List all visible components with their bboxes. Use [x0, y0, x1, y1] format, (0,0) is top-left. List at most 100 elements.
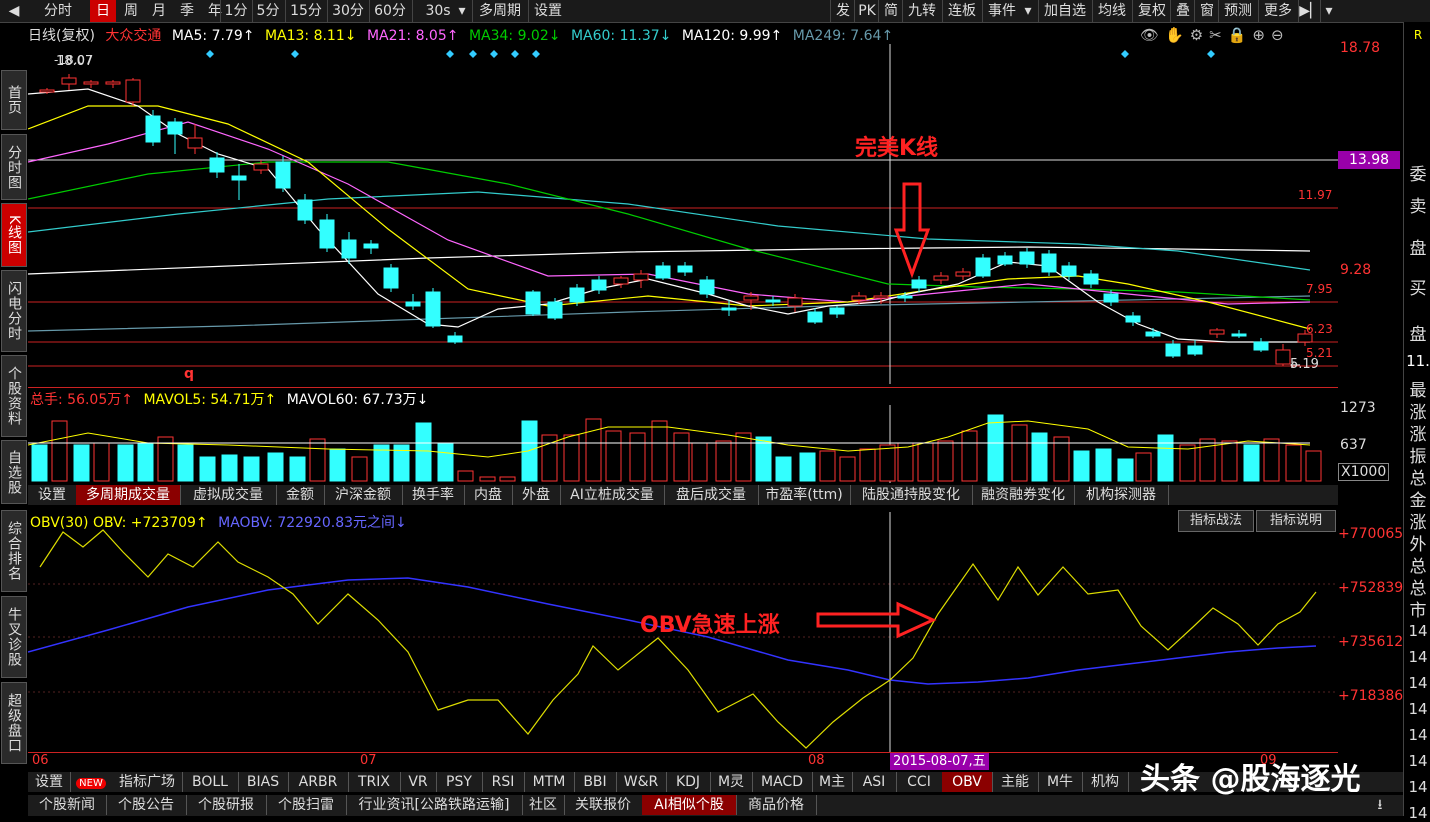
chevron-down-icon[interactable]: ▾	[1020, 0, 1036, 22]
toolbar-right-0[interactable]: 发	[830, 0, 855, 22]
kline-chart[interactable]: -18.07 ←	[28, 44, 1338, 384]
toolbar-right-12[interactable]: 更多	[1258, 0, 1297, 22]
play-icon[interactable]: ◀	[2, 0, 26, 22]
ind-tab-jigou[interactable]: 机构	[1082, 772, 1129, 792]
vol-tab-virtual[interactable]: 虚拟成交量	[180, 485, 277, 505]
toolbar-tab-13[interactable]: 设置	[528, 0, 567, 22]
ind-tab-settings[interactable]: 设置	[28, 772, 71, 792]
toolbar-tab-6[interactable]: 1分	[220, 0, 251, 22]
sidebar-item-diagnosis[interactable]: 牛叉诊股	[1, 596, 27, 678]
vol-tab-hs-amount[interactable]: 沪深金额	[324, 485, 403, 505]
vol-tab-institution[interactable]: 机构探测器	[1074, 485, 1169, 505]
toolbar-tab-3[interactable]: 月	[146, 0, 172, 22]
volume-bar	[499, 476, 516, 482]
volume-bar	[137, 442, 154, 482]
ind-tab-zhuneng[interactable]: 主能	[992, 772, 1039, 792]
download-icon[interactable]: ⭳	[1368, 795, 1392, 815]
ind-tab-plaza[interactable]: 指标广场	[112, 772, 183, 792]
collapse-icon[interactable]: ▶▏	[1298, 0, 1321, 22]
vol-tab-amount[interactable]: 金额	[276, 485, 325, 505]
chevron-down-icon[interactable]: ▾	[1320, 0, 1337, 22]
sidebar-item-kline[interactable]: K线图	[1, 203, 27, 267]
ind-tab-mtm[interactable]: MTM	[524, 772, 575, 792]
ind-tab-trix[interactable]: TRIX	[348, 772, 401, 792]
ind-tab-bias[interactable]: BIAS	[238, 772, 289, 792]
ind-tab-kdj[interactable]: KDJ	[666, 772, 711, 792]
sidebar-item-flash[interactable]: 闪电分时	[1, 270, 27, 352]
ind-tab-arbr[interactable]: ARBR	[288, 772, 349, 792]
ind-tab-asi[interactable]: ASI	[852, 772, 897, 792]
bottom-tab-community[interactable]: 社区	[522, 795, 565, 815]
candle-body	[873, 295, 889, 299]
vol-tab-ai[interactable]: AI立桩成交量	[560, 485, 665, 505]
bottom-tab-industry[interactable]: 行业资讯[公路铁路运输]	[346, 795, 523, 815]
ind-tab-obv[interactable]: OBV	[942, 772, 993, 792]
ind-tab-cci[interactable]: CCI	[896, 772, 943, 792]
ind-tab-mzhu[interactable]: M主	[812, 772, 853, 792]
toolbar-right-9[interactable]: 叠	[1170, 0, 1195, 22]
vol-tab-hk-connect[interactable]: 陆股通持股变化	[850, 485, 973, 505]
sidebar-item-watchlist[interactable]: 自选股	[1, 440, 27, 504]
vol-tab-margin[interactable]: 融资融券变化	[972, 485, 1075, 505]
toolbar-tab-12[interactable]: 多周期	[472, 0, 527, 22]
candle-body	[933, 275, 949, 281]
toolbar-right-3[interactable]: 九转	[902, 0, 941, 22]
price-11.97: 11.97	[1298, 188, 1333, 202]
sidebar-item-ranking[interactable]: 综合排名	[1, 510, 27, 592]
toolbar-right-4[interactable]: 连板	[942, 0, 981, 22]
vol-tab-afterhours[interactable]: 盘后成交量	[664, 485, 759, 505]
bottom-tab-ai-similar[interactable]: AI相似个股	[642, 795, 737, 815]
stock-name[interactable]: 大众交通	[105, 28, 161, 44]
toolbar-right-2[interactable]: 简	[878, 0, 903, 22]
vol-tab-multi[interactable]: 多周期成交量	[76, 485, 181, 505]
ind-tab-psy[interactable]: PSY	[436, 772, 483, 792]
toolbar-right-7[interactable]: 均线	[1092, 0, 1131, 22]
toolbar-right-6[interactable]: 加自选	[1038, 0, 1091, 22]
ind-tab-macd[interactable]: MACD	[752, 772, 813, 792]
ind-tab-mling[interactable]: M灵	[710, 772, 753, 792]
bottom-tab-commodity[interactable]: 商品价格	[736, 795, 817, 815]
toolbar-right-10[interactable]: 窗	[1194, 0, 1219, 22]
toolbar-right-11[interactable]: 预测	[1218, 0, 1257, 22]
toolbar-tab-0[interactable]: 分时	[28, 0, 88, 22]
sidebar-item-level2[interactable]: 超级盘口	[1, 682, 27, 764]
toolbar-tab-9[interactable]: 30分	[327, 0, 368, 22]
vol-tab-outer[interactable]: 外盘	[512, 485, 561, 505]
chevron-down-icon[interactable]: ▾	[452, 0, 472, 22]
toolbar-tab-7[interactable]: 5分	[252, 0, 283, 22]
toolbar-tab-10[interactable]: 60分	[369, 0, 410, 22]
ind-tab-rsi[interactable]: RSI	[482, 772, 525, 792]
bottom-tab-related[interactable]: 关联报价	[564, 795, 643, 815]
toolbar-tab-4[interactable]: 季	[174, 0, 200, 22]
ind-tab-bbi[interactable]: BBI	[574, 772, 617, 792]
toolbar-tab-1[interactable]: 日	[90, 0, 116, 22]
chart-tool-icons[interactable]: 👁✋⚙✂🔒⊕⊖	[1140, 26, 1290, 44]
bottom-tab-news[interactable]: 个股新闻	[28, 795, 107, 815]
volume-bar	[221, 454, 238, 482]
toolbar-right-5[interactable]: 事件	[982, 0, 1021, 22]
rp-pan1: 盘	[1409, 239, 1427, 259]
toolbar-tab-2[interactable]: 周	[118, 0, 144, 22]
volume-bar	[987, 414, 1004, 482]
toolbar-tab-8[interactable]: 15分	[285, 0, 326, 22]
vol-tab-settings[interactable]: 设置	[28, 485, 77, 505]
toolbar-right-1[interactable]: PK	[854, 0, 879, 22]
ind-tab-wr[interactable]: W&R	[616, 772, 667, 792]
vol-tab-pe[interactable]: 市盈率(ttm)	[758, 485, 851, 505]
vol-tab-inner[interactable]: 内盘	[464, 485, 513, 505]
toolbar-right-8[interactable]: 复权	[1132, 0, 1171, 22]
obv-annotation: OBV急速上涨	[640, 613, 780, 638]
sidebar-item-profile[interactable]: 个股资料	[1, 355, 27, 437]
ind-tab-vr[interactable]: VR	[400, 772, 437, 792]
bottom-tab-notice[interactable]: 个股公告	[106, 795, 187, 815]
sidebar-item-home[interactable]: 首页	[1, 70, 27, 130]
rp-wei: 委	[1409, 165, 1427, 185]
volume-bar	[755, 436, 772, 482]
vol-tab-turnover[interactable]: 换手率	[402, 485, 465, 505]
ind-tab-mniu[interactable]: M牛	[1038, 772, 1083, 792]
ind-tab-boll[interactable]: BOLL	[182, 772, 239, 792]
bottom-tab-scan[interactable]: 个股扫雷	[266, 795, 347, 815]
volume-chart[interactable]	[28, 405, 1338, 483]
sidebar-item-timeshare[interactable]: 分时图	[1, 134, 27, 200]
bottom-tab-research[interactable]: 个股研报	[186, 795, 267, 815]
